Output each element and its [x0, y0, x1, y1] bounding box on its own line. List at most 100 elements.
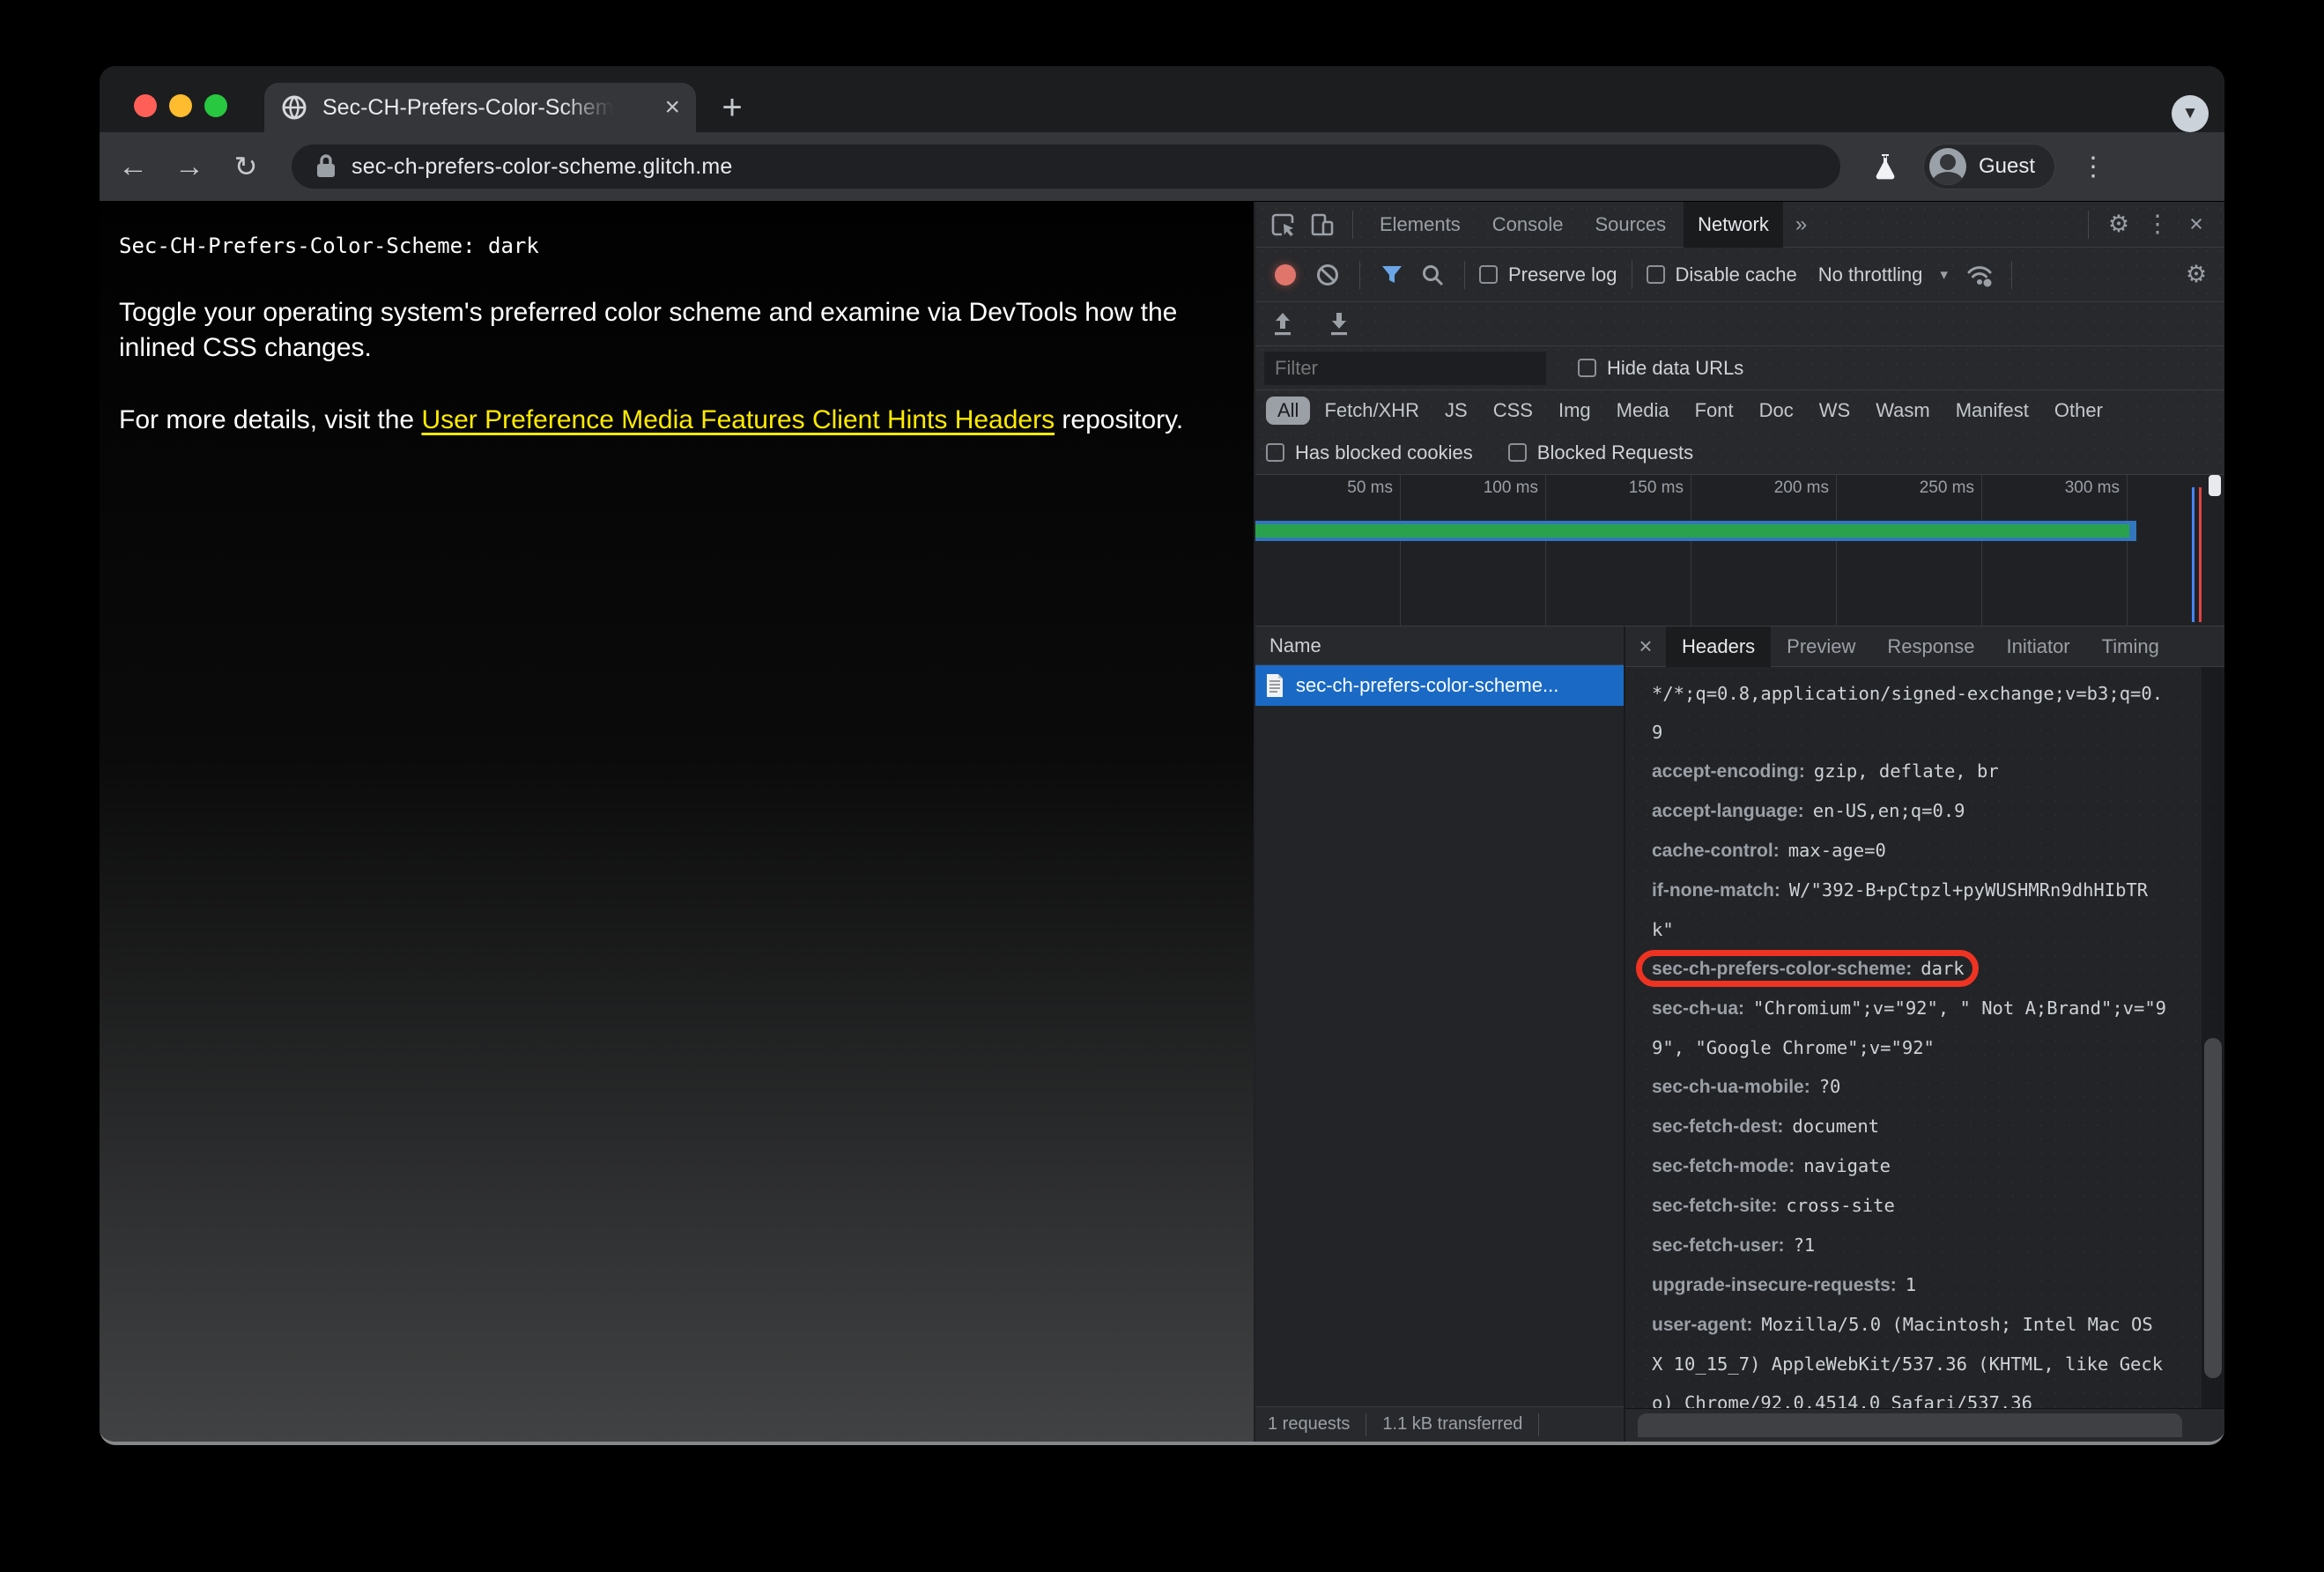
network-conditions-icon[interactable]	[1962, 257, 1997, 293]
network-overview[interactable]: 50 ms 100 ms 150 ms 200 ms 250 ms 300 ms	[1255, 475, 2224, 627]
filter-input[interactable]	[1264, 351, 1546, 385]
repository-link[interactable]: User Preference Media Features Client Hi…	[421, 405, 1055, 434]
resource-type-pill[interactable]: Media	[1605, 397, 1681, 425]
request-header-line: sec-fetch-dest: document	[1652, 1116, 1880, 1137]
blocked-filters-row: Has blocked cookies Blocked Requests	[1255, 431, 2224, 475]
has-blocked-cookies-checkbox[interactable]: Has blocked cookies	[1266, 441, 1473, 464]
tab-title: Sec-CH-Prefers-Color-Scheme	[322, 94, 613, 120]
request-header-line: if-none-match: W/"392-B+pCtpzl+pyWUSHMRn9…	[1652, 879, 2149, 940]
resource-type-pill[interactable]: Img	[1547, 397, 1602, 425]
preserve-log-checkbox[interactable]: Preserve log	[1479, 263, 1617, 286]
throttling-select[interactable]: No throttling	[1818, 263, 1923, 286]
devtools-settings-icon[interactable]: ⚙	[2101, 207, 2136, 242]
resource-type-pill[interactable]: Manifest	[1944, 397, 2040, 425]
filter-icon[interactable]	[1374, 257, 1410, 293]
tab-search-button[interactable]: ▼	[2172, 95, 2209, 132]
profile-chip[interactable]: Guest	[1923, 144, 2056, 189]
detail-vertical-scrollbar[interactable]	[2202, 667, 2224, 1408]
close-window-button[interactable]	[134, 94, 157, 117]
resource-type-pill[interactable]: Fetch/XHR	[1313, 397, 1431, 425]
detail-tabbar: × Headers Preview Response Initiator Tim…	[1625, 626, 2224, 667]
back-button[interactable]: ←	[110, 150, 156, 184]
network-status-bar: 1 requests 1.1 kB transferred	[1255, 1406, 1624, 1442]
resource-type-pill[interactable]: Wasm	[1864, 397, 1942, 425]
clear-network-log-icon[interactable]	[1310, 257, 1345, 293]
requests-count: 1 requests	[1268, 1414, 1351, 1434]
devtools-tabbar: Elements Console Sources Network » ⚙ ⋮ ×	[1255, 201, 2224, 248]
detail-close-icon[interactable]: ×	[1625, 633, 1666, 660]
tick-label: 50 ms	[1347, 478, 1393, 497]
request-detail-pane: × Headers Preview Response Initiator Tim…	[1625, 626, 2224, 1442]
tab-network[interactable]: Network	[1684, 201, 1783, 248]
tick-label: 300 ms	[2064, 478, 2120, 497]
detail-horizontal-scrollbar[interactable]	[1625, 1408, 2224, 1442]
overview-ticks: 50 ms 100 ms 150 ms 200 ms 250 ms 300 ms	[1255, 475, 2224, 498]
address-bar[interactable]: sec-ch-prefers-color-scheme.glitch.me	[292, 145, 1840, 189]
resource-type-pill[interactable]: Other	[2043, 397, 2114, 425]
reload-button[interactable]: ↻	[223, 150, 269, 183]
page-paragraph-2: For more details, visit the User Prefere…	[119, 405, 1184, 434]
page-paragraph-1: Toggle your operating system's preferred…	[119, 298, 1178, 362]
page-content: Sec-CH-Prefers-Color-Scheme: dark Toggle…	[100, 202, 1254, 1442]
request-row-selected[interactable]: sec-ch-prefers-color-scheme...	[1255, 665, 1624, 706]
more-tabs-icon[interactable]: »	[1787, 212, 1816, 237]
tab-close-icon[interactable]: ×	[664, 94, 680, 121]
tab-strip: Sec-CH-Prefers-Color-Scheme × + ▼	[100, 66, 2224, 132]
hide-data-urls-checkbox[interactable]: Hide data URLs	[1578, 357, 1743, 380]
export-har-icon[interactable]	[1326, 310, 1352, 338]
tab-sources[interactable]: Sources	[1580, 202, 1680, 248]
request-header-line: sec-fetch-site: cross-site	[1652, 1195, 1895, 1216]
request-header-line: sec-ch-ua: "Chromium";v="92", " Not A;Bra…	[1652, 997, 2167, 1058]
resource-type-pill[interactable]: Font	[1684, 397, 1745, 425]
tick-label: 250 ms	[1919, 478, 1974, 497]
devtools-menu-icon[interactable]: ⋮	[2140, 207, 2175, 242]
document-icon	[1264, 672, 1285, 699]
resource-type-filters: All Fetch/XHR JS CSS Img Media Font Doc …	[1255, 390, 2224, 431]
resource-type-pill[interactable]: CSS	[1482, 397, 1544, 425]
maximize-window-button[interactable]	[204, 94, 227, 117]
disable-cache-checkbox[interactable]: Disable cache	[1646, 263, 1797, 286]
avatar	[1929, 148, 1966, 185]
chevron-down-icon: ▾	[1940, 265, 1948, 283]
inspect-element-icon[interactable]	[1266, 207, 1301, 242]
record-network-log-button[interactable]	[1275, 263, 1296, 285]
request-header-line: sec-fetch-user: ?1	[1652, 1235, 1816, 1256]
beaker-icon[interactable]	[1872, 152, 1898, 182]
tab-console[interactable]: Console	[1478, 202, 1578, 248]
request-header-line: sec-ch-prefers-color-scheme: dark	[1652, 958, 1965, 979]
tab-elements[interactable]: Elements	[1366, 202, 1475, 248]
browser-toolbar: ← → ↻ sec-ch-prefers-color-scheme.glitch…	[100, 132, 2224, 201]
detail-tab-headers[interactable]: Headers	[1666, 626, 1772, 667]
resource-type-pill[interactable]: JS	[1433, 397, 1479, 425]
globe-favicon-icon	[280, 93, 308, 122]
new-tab-button[interactable]: +	[710, 85, 754, 130]
device-toolbar-icon[interactable]	[1305, 207, 1340, 242]
import-har-icon[interactable]	[1269, 310, 1296, 338]
request-header-line: sec-fetch-mode: navigate	[1652, 1155, 1891, 1176]
profile-label: Guest	[1979, 154, 2036, 178]
load-event-marker	[2199, 487, 2202, 622]
browser-tab[interactable]: Sec-CH-Prefers-Color-Scheme ×	[264, 83, 696, 132]
blocked-requests-checkbox[interactable]: Blocked Requests	[1507, 441, 1693, 464]
har-toolbar	[1255, 302, 2224, 346]
request-header-line: accept-language: en-US,en;q=0.9	[1652, 800, 1965, 821]
network-settings-icon[interactable]: ⚙	[2179, 257, 2214, 293]
search-icon[interactable]	[1415, 257, 1450, 293]
detail-tab-initiator[interactable]: Initiator	[1990, 627, 2085, 667]
devtools-close-icon[interactable]: ×	[2179, 207, 2214, 242]
request-headers-list: */*;q=0.8,application/signed-exchange;v=…	[1625, 667, 2224, 1408]
forward-button[interactable]: →	[167, 150, 212, 184]
resource-type-pill[interactable]: All	[1266, 397, 1311, 425]
request-header-line: */*;q=0.8,application/signed-exchange;v=…	[1652, 683, 2164, 743]
detail-tab-preview[interactable]: Preview	[1771, 627, 1871, 667]
browser-window: Sec-CH-Prefers-Color-Scheme × + ▼ ← → ↻ …	[100, 66, 2224, 1445]
detail-tab-timing[interactable]: Timing	[2086, 627, 2175, 667]
request-header-line: user-agent: Mozilla/5.0 (Macintosh; Intel…	[1652, 1314, 2164, 1408]
browser-menu-icon[interactable]: ⋮	[2080, 152, 2106, 182]
detail-tab-response[interactable]: Response	[1871, 627, 1990, 667]
resource-type-pill[interactable]: Doc	[1748, 397, 1805, 425]
resource-type-pill[interactable]: WS	[1808, 397, 1861, 425]
name-column-header[interactable]: Name	[1255, 627, 1624, 665]
minimize-window-button[interactable]	[169, 94, 192, 117]
overview-scroll-indicator[interactable]	[2209, 475, 2221, 496]
